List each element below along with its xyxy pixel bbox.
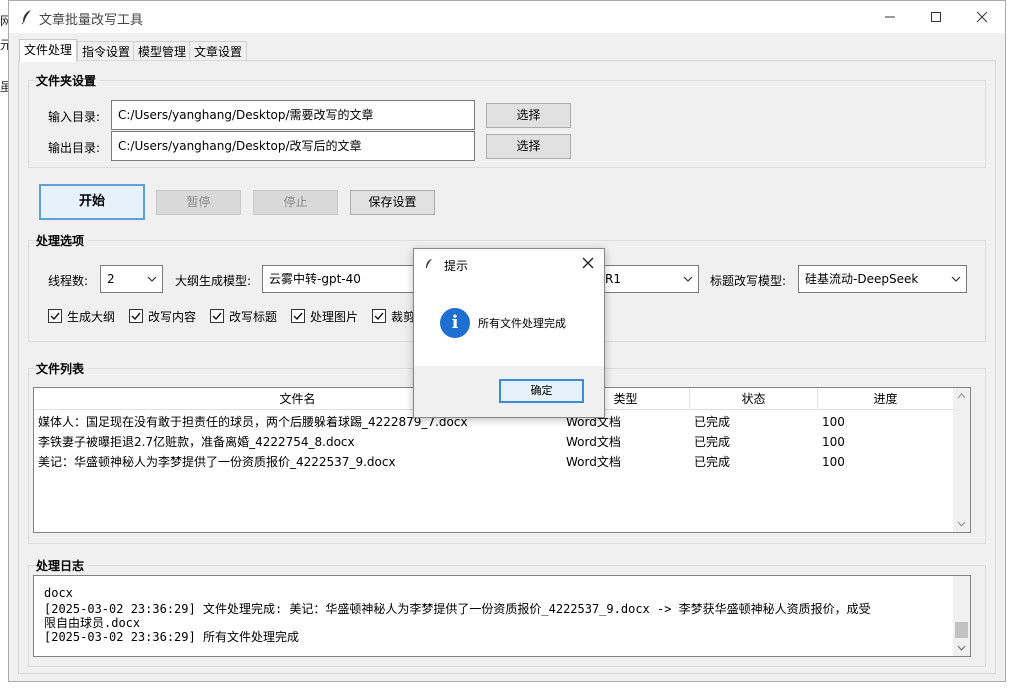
tab-instruction-settings[interactable]: 指令设置 <box>77 41 136 61</box>
log-line: [2025-03-02 23:36:29] 所有文件处理完成 <box>44 630 299 644</box>
close-icon[interactable] <box>580 255 596 271</box>
close-icon <box>976 11 988 23</box>
threads-value: 2 <box>107 272 115 286</box>
minimize-button[interactable] <box>867 1 913 33</box>
check-process-images[interactable]: 处理图片 <box>291 308 358 325</box>
column-header-status[interactable]: 状态 <box>690 388 818 410</box>
check-crop[interactable]: 裁剪 <box>372 308 415 325</box>
column-header-progress[interactable]: 进度 <box>818 388 954 410</box>
folder-settings-title: 文件夹设置 <box>36 72 101 89</box>
stop-button[interactable]: 停止 <box>253 190 338 215</box>
threads-label: 线程数: <box>48 274 89 288</box>
output-dir-label: 输出目录: <box>48 141 101 155</box>
file-list-title: 文件列表 <box>36 360 89 377</box>
chevron-down-icon <box>147 276 157 282</box>
threads-select[interactable]: 2 <box>100 265 163 293</box>
pause-button[interactable]: 暂停 <box>156 190 241 215</box>
window-title: 文章批量改写工具 <box>39 13 144 28</box>
chevron-down-icon <box>951 276 961 282</box>
output-dir-field[interactable]: C:/Users/yanghang/Desktop/改写后的文章 <box>111 131 475 161</box>
ok-button[interactable]: 确定 <box>499 379 584 403</box>
select-output-button[interactable]: 选择 <box>486 134 571 159</box>
log-title: 处理日志 <box>36 557 89 574</box>
content-model-select[interactable]: R1 <box>590 265 699 293</box>
check-label: 处理图片 <box>310 310 359 324</box>
table-row-filename[interactable]: 李铁妻子被曝拒退2.7亿赃款，准备离婚_4222754_8.docx <box>38 432 558 452</box>
title-bar[interactable]: 文章批量改写工具 <box>9 1 1005 33</box>
checkbox-checked-icon <box>291 309 305 323</box>
log-line: docx <box>44 586 73 600</box>
select-input-button[interactable]: 选择 <box>486 103 571 128</box>
tab-article-settings[interactable]: 文章设置 <box>189 41 248 61</box>
tab-model-management[interactable]: 模型管理 <box>133 41 192 61</box>
check-label: 改写内容 <box>148 310 197 324</box>
check-generate-outline[interactable]: 生成大纲 <box>48 308 115 325</box>
checkbox-checked-icon <box>48 309 62 323</box>
table-row-filename[interactable]: 美记：华盛顿神秘人为李梦提供了一份资质报价_4222537_9.docx <box>38 452 558 472</box>
checkbox-checked-icon <box>372 309 386 323</box>
checkbox-checked-icon <box>129 309 143 323</box>
table-row-status: 已完成 <box>694 415 731 429</box>
start-button[interactable]: 开始 <box>39 184 145 220</box>
log-line: [2025-03-02 23:36:29] 文件处理完成: 美记：华盛顿神秘人为… <box>44 602 871 616</box>
title-model-label: 标题改写模型: <box>710 274 787 288</box>
scroll-up-icon[interactable] <box>957 393 966 399</box>
title-model-value: 硅基流动-DeepSeek <box>805 272 919 286</box>
chevron-down-icon <box>683 276 693 282</box>
scroll-down-icon[interactable] <box>957 645 966 651</box>
outline-model-label: 大纲生成模型: <box>175 274 252 288</box>
table-row-type: Word文档 <box>566 455 621 469</box>
dialog-footer: 确定 <box>414 366 604 417</box>
log-scrollbar[interactable] <box>953 576 970 656</box>
check-label: 生成大纲 <box>67 310 116 324</box>
check-label: 裁剪 <box>391 310 416 324</box>
dialog-message: 所有文件处理完成 <box>478 317 566 330</box>
input-dir-field[interactable]: C:/Users/yanghang/Desktop/需要改写的文章 <box>111 100 475 130</box>
table-row-type: Word文档 <box>566 435 621 449</box>
input-dir-label: 输入目录: <box>48 110 101 124</box>
tab-file-processing[interactable]: 文件处理 <box>19 39 78 62</box>
dialog-title: 提示 <box>444 259 469 273</box>
outline-model-select[interactable]: 云雾中转-gpt-40 <box>262 265 422 293</box>
file-table-scrollbar[interactable] <box>953 388 970 532</box>
table-row-progress: 100 <box>822 435 845 449</box>
maximize-button[interactable] <box>913 1 959 33</box>
log-textbox[interactable]: docx [2025-03-02 23:36:29] 文件处理完成: 美记：华盛… <box>33 575 971 657</box>
table-row-status: 已完成 <box>694 455 731 469</box>
feather-app-icon <box>426 258 432 269</box>
info-icon: i <box>440 308 470 338</box>
check-rewrite-content[interactable]: 改写内容 <box>129 308 196 325</box>
scroll-down-icon[interactable] <box>957 521 966 527</box>
table-row-progress: 100 <box>822 455 845 469</box>
check-rewrite-title[interactable]: 改写标题 <box>210 308 277 325</box>
checkbox-checked-icon <box>210 309 224 323</box>
log-scroll-thumb[interactable] <box>955 622 968 638</box>
feather-app-icon <box>21 10 31 25</box>
processing-options-title: 处理选项 <box>36 232 89 249</box>
minimize-icon <box>885 16 895 18</box>
maximize-icon <box>931 12 941 22</box>
table-row-progress: 100 <box>822 415 845 429</box>
check-label: 改写标题 <box>229 310 278 324</box>
table-row-status: 已完成 <box>694 435 731 449</box>
title-model-select[interactable]: 硅基流动-DeepSeek <box>798 265 967 293</box>
save-settings-button[interactable]: 保存设置 <box>350 190 435 215</box>
info-dialog: 提示 i 所有文件处理完成 确定 <box>413 248 605 418</box>
outline-model-value: 云雾中转-gpt-40 <box>269 272 361 286</box>
close-button[interactable] <box>959 1 1005 33</box>
